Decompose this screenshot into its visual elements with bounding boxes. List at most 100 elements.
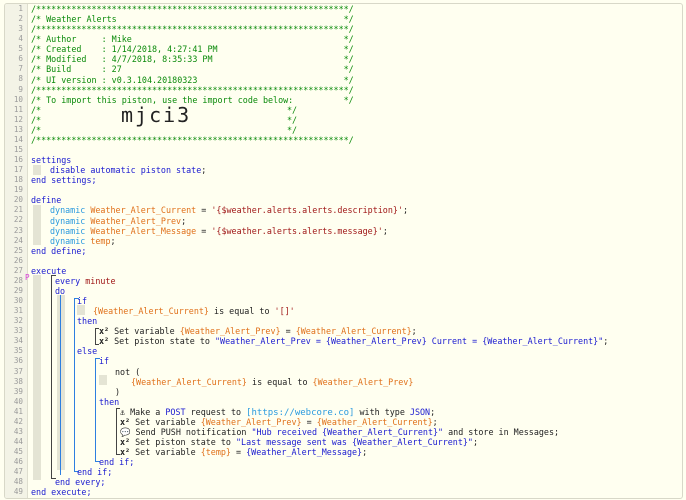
- code-line: /* Created : 1/14/2018, 4:27:41 PM */: [31, 44, 354, 55]
- variable-declaration[interactable]: dynamic Weather_Alert_Current = '{$weath…: [50, 205, 408, 215]
- line-number: 14: [13, 134, 23, 144]
- line-number: 12: [13, 114, 23, 124]
- line-number: 2: [18, 14, 23, 24]
- code-line: /* UI version : v0.3.104.20180323 */: [31, 74, 354, 85]
- line-number: 21: [13, 205, 23, 215]
- line-number: 8: [18, 74, 23, 84]
- end-if-keyword[interactable]: end if;: [99, 457, 134, 467]
- line-number: 37: [13, 366, 23, 376]
- line-number: 24: [13, 235, 23, 245]
- line-number: 20: [13, 195, 23, 205]
- code-line: /* Author : Mike */: [31, 34, 354, 45]
- set-variable-statement[interactable]: x² Set variable {temp} = {Weather_Alert_…: [120, 447, 367, 457]
- line-number: 16: [13, 155, 23, 165]
- every-statement[interactable]: every minute: [55, 276, 116, 286]
- line-number: 34: [13, 336, 23, 346]
- code-line: /* */: [31, 104, 298, 115]
- set-variable-statement[interactable]: x² Set variable {Weather_Alert_Prev} = {…: [120, 417, 438, 427]
- line-number: 4: [18, 34, 23, 44]
- line-number: 1: [18, 4, 23, 13]
- set-piston-state-statement[interactable]: x² Set piston state to "Weather_Alert_Pr…: [99, 336, 608, 346]
- code-line: /***************************************…: [31, 4, 354, 14]
- line-number: 10: [13, 94, 23, 104]
- if-keyword[interactable]: if: [77, 296, 87, 306]
- line-number: 46: [13, 457, 23, 467]
- line-number: 32: [13, 316, 23, 326]
- end-if-keyword[interactable]: end if;: [77, 467, 112, 477]
- line-number: 38: [13, 376, 23, 386]
- variable-declaration[interactable]: dynamic Weather_Alert_Message = '{$weath…: [50, 226, 388, 236]
- line-number: 39: [13, 386, 23, 396]
- set-variable-statement[interactable]: x² Set variable {Weather_Alert_Prev} = {…: [99, 326, 417, 336]
- code-line: /* mjci3 */: [31, 102, 298, 127]
- line-number: 42: [13, 416, 23, 426]
- end-define-keyword[interactable]: end define;: [31, 246, 86, 256]
- line-number: 5: [18, 44, 23, 54]
- line-number: 13: [13, 124, 23, 134]
- line-number: 28: [13, 275, 23, 285]
- if-keyword[interactable]: if: [99, 356, 109, 366]
- line-number: 11: [13, 104, 23, 114]
- code-line: /* To import this piston, use the import…: [31, 94, 354, 105]
- code-line: /* Modified : 4/7/2018, 8:35:33 PM */: [31, 54, 354, 65]
- line-number: 3: [18, 24, 23, 34]
- do-block-line: [60, 295, 61, 475]
- else-keyword[interactable]: else: [77, 346, 97, 356]
- line-number: 26: [13, 255, 23, 265]
- line-number: 18: [13, 175, 23, 185]
- condition[interactable]: {Weather_Alert_Current} is equal to '[]': [93, 306, 295, 316]
- line-number: 15: [13, 144, 23, 154]
- line-number: 27: [13, 265, 23, 275]
- then-keyword[interactable]: then: [99, 397, 119, 407]
- end-settings-keyword[interactable]: end settings;: [31, 175, 97, 185]
- variable-declaration[interactable]: dynamic temp;: [50, 236, 116, 246]
- code-line: /***************************************…: [31, 134, 354, 145]
- line-number: 49: [13, 487, 23, 497]
- variable-icon: x²: [120, 437, 131, 447]
- variable-icon: x²: [120, 447, 131, 458]
- inner-if-block-bracket: [95, 358, 100, 462]
- line-number: 30: [13, 296, 23, 306]
- code-line: /* */: [31, 124, 298, 135]
- line-number: 47: [13, 467, 23, 477]
- condition[interactable]: {Weather_Alert_Current} is equal to {Wea…: [131, 377, 413, 387]
- set-piston-state-statement[interactable]: x² Set piston state to "Last message sen…: [120, 437, 478, 447]
- code-line: /***************************************…: [31, 84, 354, 95]
- line-number: 23: [13, 225, 23, 235]
- http-request-statement[interactable]: ⚓ Make a POST request to [https://webcor…: [120, 406, 435, 418]
- piston-marker: P: [25, 273, 30, 282]
- do-keyword[interactable]: do: [55, 286, 65, 296]
- line-number: 41: [13, 406, 23, 416]
- code-line: /* Build : 27 */: [31, 64, 354, 75]
- close-paren: ): [115, 386, 121, 397]
- execute-keyword[interactable]: execute: [31, 266, 66, 276]
- speech-bubble-icon: 💬: [120, 426, 131, 437]
- then-keyword[interactable]: then: [77, 316, 97, 326]
- line-number: 6: [18, 54, 23, 64]
- variable-icon: x²: [99, 336, 110, 347]
- line-number: 40: [13, 396, 23, 406]
- not-operator[interactable]: not (: [115, 367, 140, 377]
- end-every-keyword[interactable]: end every;: [55, 477, 105, 487]
- code-line[interactable]: disable automatic piston state;: [50, 165, 206, 175]
- define-keyword[interactable]: define: [31, 195, 61, 205]
- anchor-icon: ⚓: [120, 406, 126, 417]
- push-notification-statement[interactable]: 💬 Send PUSH notification "Hub received {…: [120, 427, 559, 437]
- line-number: 33: [13, 326, 23, 336]
- line-number: 36: [13, 356, 23, 366]
- line-number: 19: [13, 185, 23, 195]
- line-number: 48: [13, 477, 23, 487]
- code-editor: P 1 2 3 4 5 6 7 8 9 10 11 12 13 14 15 16 17 18 19 20 21 22 23 2…: [4, 3, 683, 499]
- import-code: mjci3: [121, 102, 192, 127]
- end-execute-keyword[interactable]: end execute;: [31, 487, 92, 497]
- variable-icon: x²: [120, 416, 131, 427]
- variable-declaration[interactable]: dynamic Weather_Alert_Prev;: [50, 216, 186, 226]
- line-number: 45: [13, 447, 23, 457]
- every-block-bracket: [51, 275, 56, 479]
- line-number: 43: [13, 426, 23, 436]
- settings-keyword[interactable]: settings: [31, 155, 71, 165]
- line-number: 9: [18, 84, 23, 94]
- line-number: 31: [13, 306, 23, 316]
- line-number: 17: [13, 165, 23, 175]
- line-number: 7: [18, 64, 23, 74]
